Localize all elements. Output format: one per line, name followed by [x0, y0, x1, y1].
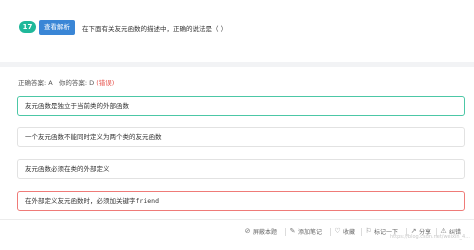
footer-separator [285, 228, 286, 236]
block-question-label: 屏蔽本题 [253, 229, 278, 236]
option-a[interactable]: 友元函数是独立于当前类的外部函数 [17, 96, 465, 116]
footer-separator [361, 228, 362, 236]
favorite-button[interactable]: ♡ 收藏 [334, 227, 356, 237]
answer-summary: 正确答案: A 你的答案: D (错误) [18, 77, 114, 87]
option-c-text: 友元函数必须在类的外部定义 [25, 165, 110, 173]
option-a-text: 友元函数是独立于当前类的外部函数 [25, 102, 129, 110]
section-divider [0, 62, 474, 67]
watermark: https://blog.csdn.net/weixin_4... [389, 234, 470, 240]
question-number-badge: 17 [19, 21, 36, 33]
option-b-text: 一个友元函数不能同时定义为两个类的友元函数 [25, 133, 162, 141]
option-b[interactable]: 一个友元函数不能同时定义为两个类的友元函数 [17, 127, 465, 147]
option-d-text: 在外部定义友元函数时，必须加关键字 [25, 197, 136, 205]
option-c[interactable]: 友元函数必须在类的外部定义 [17, 159, 465, 179]
flag-icon: ⚐ [365, 227, 372, 235]
answer-status: (错误) [96, 79, 115, 87]
view-analysis-button[interactable]: 查看解析 [39, 20, 75, 35]
correct-answer-label: 正确答案: A [18, 79, 53, 87]
note-icon: ✎ [289, 227, 296, 235]
question-header: 17 查看解析 在下面有关友元函数的描述中，正确的说法是（ ） [0, 0, 474, 62]
question-footer: ⊘ 屏蔽本题 ✎ 添加笔记 ♡ 收藏 ⚐ 标记一下 ↗ 分享 ⚠ 纠错 http… [0, 220, 474, 250]
question-text: 在下面有关友元函数的描述中，正确的说法是（ ） [82, 25, 228, 33]
footer-separator [330, 228, 331, 236]
favorite-label: 收藏 [343, 229, 356, 236]
add-note-button[interactable]: ✎ 添加笔记 [289, 227, 323, 237]
add-note-label: 添加笔记 [298, 229, 323, 236]
option-d-code: friend [135, 197, 159, 205]
ban-icon: ⊘ [244, 227, 251, 235]
your-answer-label: 你的答案: D [58, 79, 95, 87]
heart-icon: ♡ [334, 227, 341, 235]
question-page: 17 查看解析 在下面有关友元函数的描述中，正确的说法是（ ） 正确答案: A … [0, 0, 474, 250]
option-d[interactable]: 在外部定义友元函数时，必须加关键字friend [17, 191, 465, 211]
block-question-button[interactable]: ⊘ 屏蔽本题 [244, 227, 278, 237]
